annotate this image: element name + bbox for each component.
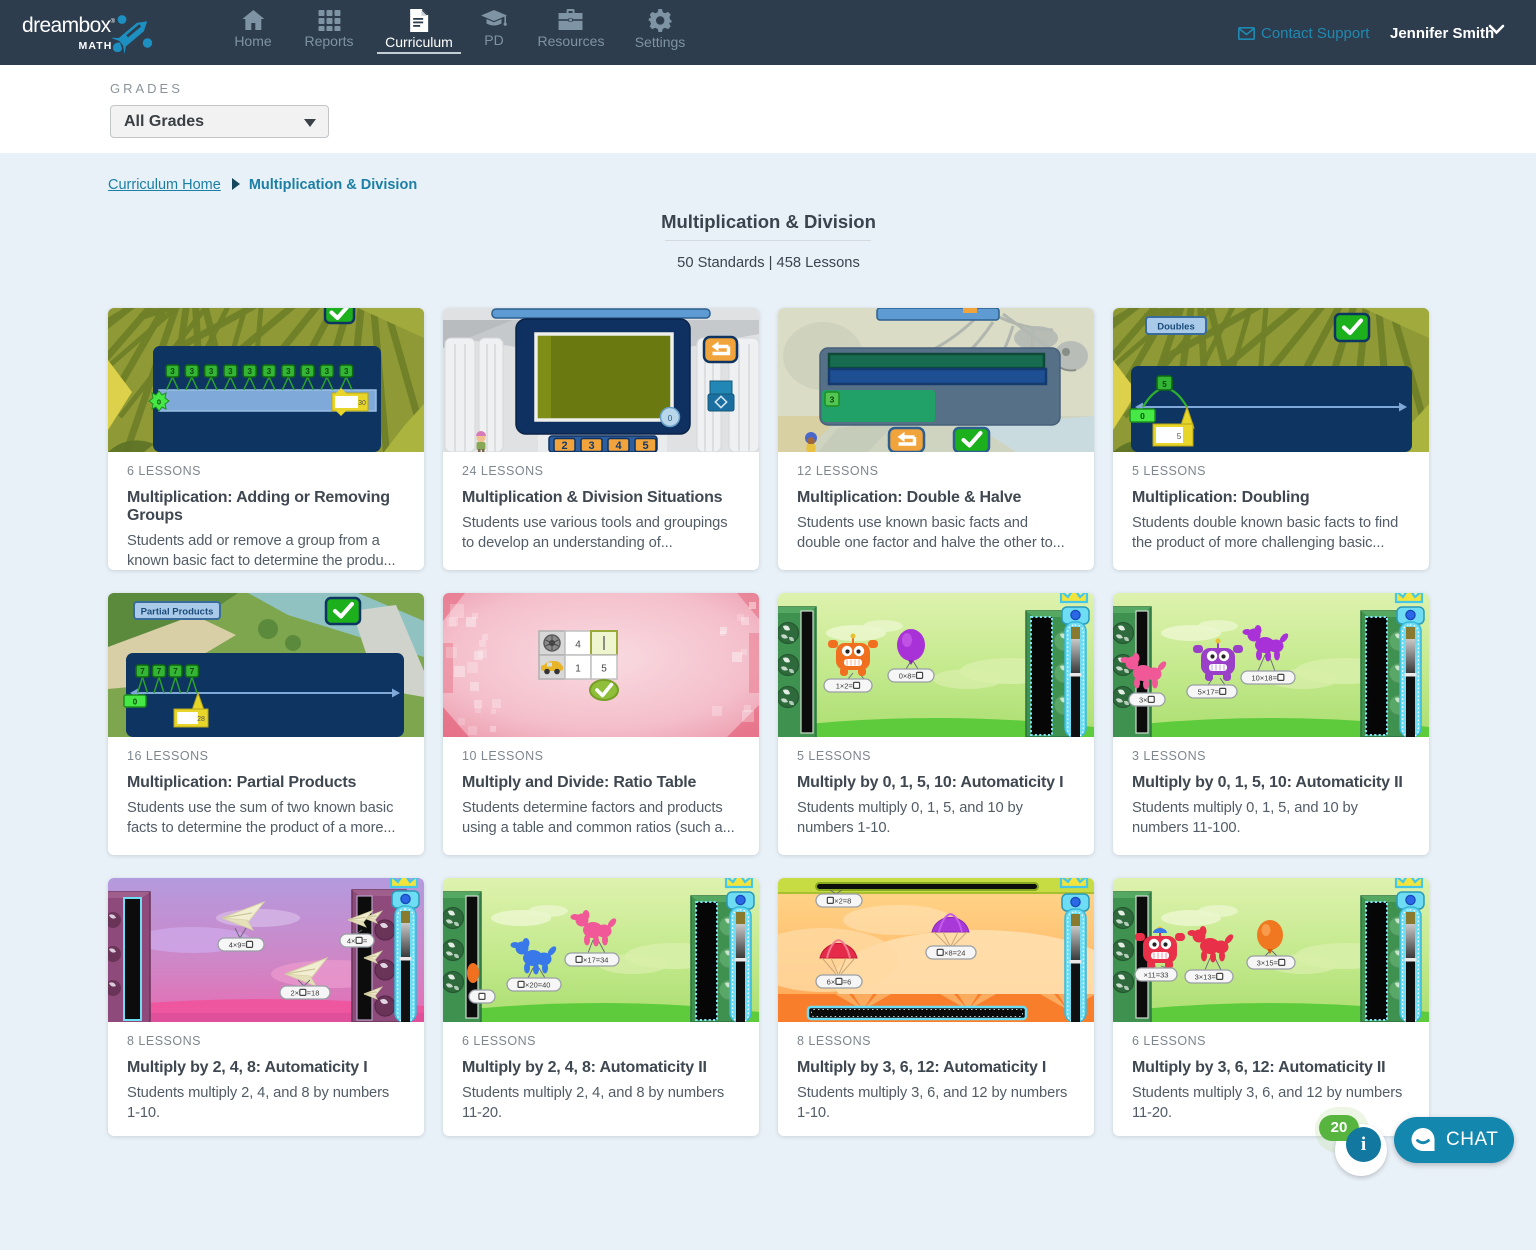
- svg-text:×20=40: ×20=40: [525, 980, 550, 989]
- svg-text:=18: =18: [307, 988, 320, 997]
- svg-text:4: 4: [615, 440, 622, 452]
- svg-text:×17=34: ×17=34: [583, 955, 608, 964]
- svg-text:×8=24: ×8=24: [944, 948, 965, 957]
- svg-text:3: 3: [305, 367, 310, 376]
- svg-text:5: 5: [1162, 380, 1167, 389]
- svg-text:7: 7: [190, 667, 195, 676]
- svg-text:3: 3: [228, 367, 233, 376]
- svg-text:3×13=: 3×13=: [1195, 972, 1217, 981]
- svg-text:3: 3: [170, 367, 175, 376]
- svg-text:30: 30: [358, 400, 366, 407]
- svg-text:5: 5: [642, 440, 648, 452]
- svg-text:7: 7: [173, 667, 178, 676]
- svg-text:5×17=: 5×17=: [1198, 687, 1220, 696]
- svg-text:0: 0: [668, 414, 673, 423]
- svg-text:5: 5: [601, 664, 607, 675]
- svg-text:1×2=: 1×2=: [836, 681, 854, 690]
- svg-text:1: 1: [575, 664, 581, 675]
- svg-text:0: 0: [133, 698, 138, 707]
- svg-text:3: 3: [830, 395, 835, 405]
- svg-text:28: 28: [197, 716, 205, 723]
- svg-text:3: 3: [344, 367, 349, 376]
- svg-text:Partial Products: Partial Products: [141, 607, 214, 618]
- svg-text:3: 3: [209, 367, 214, 376]
- svg-text:3×: 3×: [1139, 695, 1148, 704]
- svg-text:10×18=: 10×18=: [1252, 673, 1278, 682]
- svg-text:=6: =6: [843, 977, 852, 986]
- svg-text:3: 3: [286, 367, 291, 376]
- svg-text:3: 3: [267, 367, 272, 376]
- svg-text:=: =: [363, 936, 368, 945]
- svg-text:0×8=: 0×8=: [899, 671, 917, 680]
- svg-text:3: 3: [325, 367, 330, 376]
- svg-text:0: 0: [157, 398, 161, 407]
- svg-text:2×: 2×: [291, 988, 300, 997]
- svg-text:Doubles: Doubles: [1157, 322, 1194, 333]
- svg-text:4×: 4×: [347, 936, 356, 945]
- svg-text:×2=8: ×2=8: [834, 896, 851, 905]
- svg-text:×11=33: ×11=33: [1144, 970, 1169, 979]
- svg-text:0: 0: [1140, 411, 1145, 421]
- svg-text:2: 2: [561, 440, 567, 452]
- svg-text:4: 4: [575, 640, 581, 651]
- svg-text:3: 3: [588, 440, 594, 452]
- svg-text:3: 3: [190, 367, 195, 376]
- svg-text:7: 7: [157, 667, 162, 676]
- svg-text:4×9=: 4×9=: [229, 940, 247, 949]
- svg-text:6×: 6×: [827, 977, 836, 986]
- svg-text:3×15=: 3×15=: [1257, 958, 1279, 967]
- svg-text:7: 7: [140, 667, 145, 676]
- svg-text:5: 5: [1177, 432, 1182, 441]
- svg-text:3: 3: [247, 367, 252, 376]
